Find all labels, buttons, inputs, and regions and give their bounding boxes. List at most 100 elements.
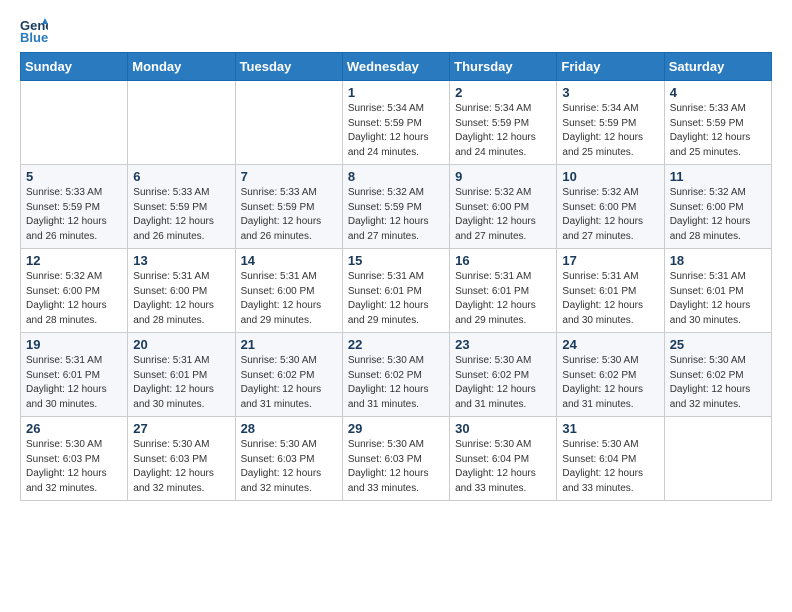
calendar-cell: 14Sunrise: 5:31 AM Sunset: 6:00 PM Dayli… <box>235 249 342 333</box>
calendar-cell: 5 Sunrise: 5:33 AM Sunset: 5:59 PM Daylig… <box>21 165 128 249</box>
day-info: Sunrise: 5:30 AM Sunset: 6:03 PM Dayligh… <box>241 438 337 496</box>
day-number: 26 <box>26 421 122 436</box>
calendar-cell: 21Sunrise: 5:30 AM Sunset: 6:02 PM Dayli… <box>235 333 342 417</box>
calendar-week-row: 5 Sunrise: 5:33 AM Sunset: 5:59 PM Daylig… <box>21 165 772 249</box>
day-number: 10 <box>562 169 658 184</box>
day-number: 14 <box>241 253 337 268</box>
day-info: Sunrise: 5:32 AM Sunset: 6:00 PM Dayligh… <box>670 186 766 244</box>
calendar-cell: 9Sunrise: 5:32 AM Sunset: 6:00 PM Daylig… <box>450 165 557 249</box>
day-number: 15 <box>348 253 444 268</box>
calendar-cell: 27 Sunrise: 5:30 AM Sunset: 6:03 PM Dayli… <box>128 417 235 501</box>
day-number: 11 <box>670 169 766 184</box>
calendar-cell: 12 Sunrise: 5:32 AM Sunset: 6:00 PM Dayli… <box>21 249 128 333</box>
calendar-cell: 23 Sunrise: 5:30 AM Sunset: 6:02 PM Dayli… <box>450 333 557 417</box>
calendar-cell: 29 Sunrise: 5:30 AM Sunset: 6:03 PM Dayli… <box>342 417 449 501</box>
calendar-cell: 16Sunrise: 5:31 AM Sunset: 6:01 PM Dayli… <box>450 249 557 333</box>
day-info: Sunrise: 5:30 AM Sunset: 6:03 PM Dayligh… <box>26 438 122 496</box>
calendar-cell: 24 Sunrise: 5:30 AM Sunset: 6:02 PM Dayli… <box>557 333 664 417</box>
day-number: 31 <box>562 421 658 436</box>
page-header: General Blue <box>20 16 772 44</box>
day-info: Sunrise: 5:31 AM Sunset: 6:01 PM Dayligh… <box>562 270 658 328</box>
day-info: Sunrise: 5:32 AM Sunset: 6:00 PM Dayligh… <box>562 186 658 244</box>
day-info: Sunrise: 5:30 AM Sunset: 6:02 PM Dayligh… <box>241 354 337 412</box>
calendar-cell: 1Sunrise: 5:34 AM Sunset: 5:59 PM Daylig… <box>342 81 449 165</box>
calendar-cell: 3Sunrise: 5:34 AM Sunset: 5:59 PM Daylig… <box>557 81 664 165</box>
header-tuesday: Tuesday <box>235 53 342 81</box>
day-info: Sunrise: 5:30 AM Sunset: 6:02 PM Dayligh… <box>670 354 766 412</box>
calendar-cell: 20Sunrise: 5:31 AM Sunset: 6:01 PM Dayli… <box>128 333 235 417</box>
calendar-cell <box>664 417 771 501</box>
day-info: Sunrise: 5:31 AM Sunset: 6:01 PM Dayligh… <box>670 270 766 328</box>
day-info: Sunrise: 5:34 AM Sunset: 5:59 PM Dayligh… <box>455 102 551 160</box>
day-info: Sunrise: 5:30 AM Sunset: 6:02 PM Dayligh… <box>562 354 658 412</box>
day-number: 22 <box>348 337 444 352</box>
day-number: 8 <box>348 169 444 184</box>
header-sunday: Sunday <box>21 53 128 81</box>
calendar-cell: 18 Sunrise: 5:31 AM Sunset: 6:01 PM Dayli… <box>664 249 771 333</box>
day-number: 5 <box>26 169 122 184</box>
calendar-cell: 13 Sunrise: 5:31 AM Sunset: 6:00 PM Dayli… <box>128 249 235 333</box>
day-info: Sunrise: 5:30 AM Sunset: 6:03 PM Dayligh… <box>348 438 444 496</box>
calendar-cell: 10 Sunrise: 5:32 AM Sunset: 6:00 PM Dayli… <box>557 165 664 249</box>
day-number: 18 <box>670 253 766 268</box>
day-number: 6 <box>133 169 229 184</box>
day-number: 19 <box>26 337 122 352</box>
day-number: 23 <box>455 337 551 352</box>
calendar-cell: 19 Sunrise: 5:31 AM Sunset: 6:01 PM Dayli… <box>21 333 128 417</box>
header-saturday: Saturday <box>664 53 771 81</box>
calendar-cell: 2 Sunrise: 5:34 AM Sunset: 5:59 PM Daylig… <box>450 81 557 165</box>
day-info: Sunrise: 5:34 AM Sunset: 5:59 PM Dayligh… <box>562 102 658 160</box>
day-number: 30 <box>455 421 551 436</box>
day-number: 1 <box>348 85 444 100</box>
day-number: 27 <box>133 421 229 436</box>
calendar-cell <box>128 81 235 165</box>
day-number: 2 <box>455 85 551 100</box>
calendar-header-row: SundayMondayTuesdayWednesdayThursdayFrid… <box>21 53 772 81</box>
day-info: Sunrise: 5:31 AM Sunset: 6:01 PM Dayligh… <box>455 270 551 328</box>
logo-icon: General Blue <box>20 16 48 44</box>
day-info: Sunrise: 5:31 AM Sunset: 6:00 PM Dayligh… <box>133 270 229 328</box>
logo: General Blue <box>20 16 52 44</box>
calendar-table: SundayMondayTuesdayWednesdayThursdayFrid… <box>20 52 772 501</box>
day-info: Sunrise: 5:32 AM Sunset: 6:00 PM Dayligh… <box>455 186 551 244</box>
day-info: Sunrise: 5:31 AM Sunset: 6:01 PM Dayligh… <box>26 354 122 412</box>
day-info: Sunrise: 5:32 AM Sunset: 5:59 PM Dayligh… <box>348 186 444 244</box>
header-friday: Friday <box>557 53 664 81</box>
calendar-week-row: 26 Sunrise: 5:30 AM Sunset: 6:03 PM Dayli… <box>21 417 772 501</box>
day-info: Sunrise: 5:30 AM Sunset: 6:03 PM Dayligh… <box>133 438 229 496</box>
day-number: 28 <box>241 421 337 436</box>
calendar-cell: 15 Sunrise: 5:31 AM Sunset: 6:01 PM Dayli… <box>342 249 449 333</box>
calendar-cell: 31 Sunrise: 5:30 AM Sunset: 6:04 PM Dayli… <box>557 417 664 501</box>
day-number: 4 <box>670 85 766 100</box>
day-info: Sunrise: 5:30 AM Sunset: 6:02 PM Dayligh… <box>455 354 551 412</box>
day-info: Sunrise: 5:33 AM Sunset: 5:59 PM Dayligh… <box>241 186 337 244</box>
day-number: 25 <box>670 337 766 352</box>
calendar-cell <box>235 81 342 165</box>
calendar-week-row: 1 Sunrise: 5:34 AM Sunset: 5:59 PM Daylig… <box>21 81 772 165</box>
day-info: Sunrise: 5:33 AM Sunset: 5:59 PM Dayligh… <box>133 186 229 244</box>
calendar-cell: 8 Sunrise: 5:32 AM Sunset: 5:59 PM Daylig… <box>342 165 449 249</box>
calendar-cell: 28 Sunrise: 5:30 AM Sunset: 6:03 PM Dayli… <box>235 417 342 501</box>
day-info: Sunrise: 5:31 AM Sunset: 6:01 PM Dayligh… <box>348 270 444 328</box>
day-info: Sunrise: 5:33 AM Sunset: 5:59 PM Dayligh… <box>670 102 766 160</box>
day-number: 7 <box>241 169 337 184</box>
day-number: 13 <box>133 253 229 268</box>
calendar-cell: 4 Sunrise: 5:33 AM Sunset: 5:59 PM Daylig… <box>664 81 771 165</box>
header-wednesday: Wednesday <box>342 53 449 81</box>
day-info: Sunrise: 5:33 AM Sunset: 5:59 PM Dayligh… <box>26 186 122 244</box>
day-number: 24 <box>562 337 658 352</box>
calendar-cell: 22 Sunrise: 5:30 AM Sunset: 6:02 PM Dayli… <box>342 333 449 417</box>
day-info: Sunrise: 5:30 AM Sunset: 6:02 PM Dayligh… <box>348 354 444 412</box>
svg-text:Blue: Blue <box>20 30 48 44</box>
calendar-cell: 11 Sunrise: 5:32 AM Sunset: 6:00 PM Dayli… <box>664 165 771 249</box>
calendar-cell <box>21 81 128 165</box>
day-info: Sunrise: 5:30 AM Sunset: 6:04 PM Dayligh… <box>455 438 551 496</box>
day-info: Sunrise: 5:32 AM Sunset: 6:00 PM Dayligh… <box>26 270 122 328</box>
calendar-week-row: 19 Sunrise: 5:31 AM Sunset: 6:01 PM Dayli… <box>21 333 772 417</box>
day-info: Sunrise: 5:30 AM Sunset: 6:04 PM Dayligh… <box>562 438 658 496</box>
day-number: 20 <box>133 337 229 352</box>
day-number: 29 <box>348 421 444 436</box>
header-thursday: Thursday <box>450 53 557 81</box>
day-number: 12 <box>26 253 122 268</box>
calendar-week-row: 12 Sunrise: 5:32 AM Sunset: 6:00 PM Dayli… <box>21 249 772 333</box>
